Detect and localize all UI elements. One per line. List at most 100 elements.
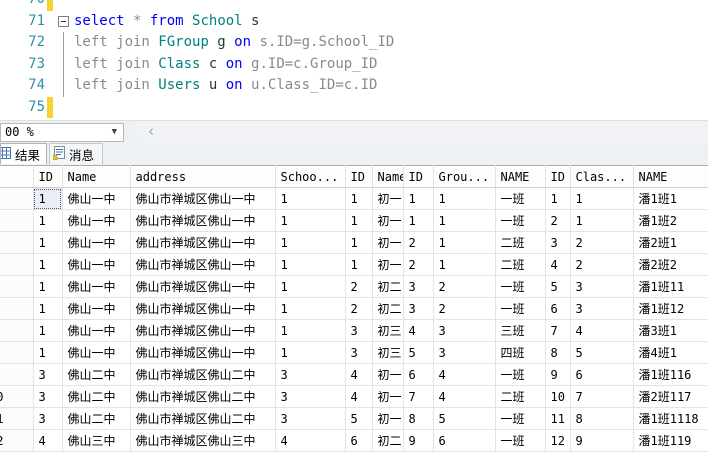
grid-cell[interactable]: 潘1班12 bbox=[633, 297, 708, 320]
grid-cell[interactable]: 7 bbox=[545, 319, 571, 342]
grid-cell[interactable]: 6 bbox=[570, 363, 634, 386]
grid-cell[interactable]: 1 bbox=[403, 209, 434, 232]
grid-cell[interactable]: 5 bbox=[345, 407, 373, 430]
row-header[interactable]: 11 bbox=[0, 407, 34, 430]
grid-cell[interactable]: 5 bbox=[570, 341, 634, 364]
grid-cell[interactable]: 初一 bbox=[372, 187, 404, 210]
grid-cell[interactable]: 4 bbox=[275, 429, 346, 452]
row-header[interactable]: 2 bbox=[0, 209, 34, 232]
grid-cell[interactable]: 3 bbox=[433, 319, 496, 342]
column-header[interactable]: Name bbox=[62, 165, 131, 188]
grid-cell[interactable]: 佛山市禅城区佛山二中 bbox=[130, 385, 276, 408]
grid-cell[interactable]: 潘4班1 bbox=[633, 341, 708, 364]
row-header[interactable]: 12 bbox=[0, 429, 34, 452]
grid-cell[interactable]: 3 bbox=[433, 341, 496, 364]
column-header[interactable]: Grou... bbox=[433, 165, 496, 188]
grid-cell[interactable]: 佛山市禅城区佛山一中 bbox=[130, 275, 276, 298]
row-header[interactable]: 6 bbox=[0, 297, 34, 320]
grid-cell[interactable]: 佛山一中 bbox=[62, 319, 131, 342]
grid-cell[interactable]: 1 bbox=[433, 209, 496, 232]
grid-cell[interactable]: 4 bbox=[345, 363, 373, 386]
grid-cell[interactable]: 一班 bbox=[495, 363, 546, 386]
code-line[interactable]: 71 select * from School s bbox=[0, 11, 708, 33]
grid-cell[interactable]: 2 bbox=[345, 297, 373, 320]
grid-cell[interactable]: 1 bbox=[33, 275, 63, 298]
grid-cell[interactable]: 潘2班2 bbox=[633, 253, 708, 276]
grid-cell[interactable]: 6 bbox=[545, 297, 571, 320]
column-header[interactable]: NAME bbox=[495, 165, 546, 188]
grid-cell[interactable]: 9 bbox=[545, 363, 571, 386]
grid-cell[interactable]: 1 bbox=[570, 187, 634, 210]
code-line[interactable]: 73 left join Class c on g.ID=c.Group_ID bbox=[0, 53, 708, 75]
grid-cell[interactable]: 3 bbox=[570, 297, 634, 320]
grid-cell[interactable]: 初一 bbox=[372, 231, 404, 254]
grid-cell[interactable]: 3 bbox=[345, 341, 373, 364]
fold-collapse-icon[interactable] bbox=[58, 15, 69, 27]
column-header[interactable]: address bbox=[130, 165, 276, 188]
grid-cell[interactable]: 初二 bbox=[372, 297, 404, 320]
grid-cell[interactable]: 一班 bbox=[495, 275, 546, 298]
grid-cell[interactable]: 一班 bbox=[495, 209, 546, 232]
zoom-level-dropdown[interactable]: 00 % ▼ bbox=[0, 123, 124, 142]
grid-cell[interactable]: 一班 bbox=[495, 187, 546, 210]
grid-cell[interactable]: 8 bbox=[403, 407, 434, 430]
row-header[interactable]: 10 bbox=[0, 385, 34, 408]
row-header[interactable]: 7 bbox=[0, 319, 34, 342]
grid-cell[interactable]: 1 bbox=[345, 187, 373, 210]
code-line[interactable]: 72 left join FGroup g on s.ID=g.School_ID bbox=[0, 32, 708, 54]
grid-cell[interactable]: 10 bbox=[545, 385, 571, 408]
grid-cell[interactable]: 佛山市禅城区佛山一中 bbox=[130, 231, 276, 254]
code-line[interactable]: 74 left join Users u on u.Class_ID=c.ID bbox=[0, 75, 708, 97]
column-header[interactable]: ID bbox=[545, 165, 571, 188]
grid-cell[interactable]: 1 bbox=[275, 275, 346, 298]
grid-cell[interactable]: 潘1班1 bbox=[633, 187, 708, 210]
row-header[interactable]: 1 bbox=[0, 187, 34, 210]
grid-cell[interactable]: 一班 bbox=[495, 297, 546, 320]
grid-cell[interactable]: 初一 bbox=[372, 385, 404, 408]
grid-cell[interactable]: 6 bbox=[433, 429, 496, 452]
grid-cell[interactable]: 2 bbox=[570, 231, 634, 254]
grid-cell[interactable]: 佛山一中 bbox=[62, 187, 131, 210]
grid-cell[interactable]: 佛山市禅城区佛山三中 bbox=[130, 429, 276, 452]
grid-cell[interactable]: 潘2班1 bbox=[633, 231, 708, 254]
grid-cell[interactable]: 潘1班116 bbox=[633, 363, 708, 386]
grid-cell[interactable]: 3 bbox=[545, 231, 571, 254]
grid-cell[interactable]: 4 bbox=[345, 385, 373, 408]
grid-cell[interactable]: 潘1班2 bbox=[633, 209, 708, 232]
grid-cell[interactable]: 1 bbox=[275, 253, 346, 276]
grid-cell[interactable]: 2 bbox=[433, 297, 496, 320]
grid-cell[interactable]: 二班 bbox=[495, 385, 546, 408]
grid-cell[interactable]: 3 bbox=[403, 297, 434, 320]
grid-cell[interactable]: 佛山一中 bbox=[62, 231, 131, 254]
grid-cell[interactable]: 初二 bbox=[372, 429, 404, 452]
grid-cell[interactable]: 初一 bbox=[372, 253, 404, 276]
grid-cell[interactable]: 二班 bbox=[495, 253, 546, 276]
row-header[interactable]: 4 bbox=[0, 253, 34, 276]
grid-cell[interactable]: 5 bbox=[403, 341, 434, 364]
grid-cell[interactable]: 佛山市禅城区佛山一中 bbox=[130, 341, 276, 364]
grid-cell[interactable]: 1 bbox=[33, 253, 63, 276]
grid-cell[interactable]: 潘1班119 bbox=[633, 429, 708, 452]
grid-cell[interactable]: 1 bbox=[545, 187, 571, 210]
grid-cell[interactable]: 潘1班1118 bbox=[633, 407, 708, 430]
grid-cell[interactable]: 1 bbox=[345, 231, 373, 254]
grid-cell[interactable]: 2 bbox=[570, 253, 634, 276]
grid-cell[interactable]: 3 bbox=[33, 363, 63, 386]
grid-cell[interactable]: 四班 bbox=[495, 341, 546, 364]
grid-cell[interactable]: 8 bbox=[545, 341, 571, 364]
grid-cell[interactable]: 初一 bbox=[372, 209, 404, 232]
grid-cell[interactable]: 4 bbox=[433, 363, 496, 386]
grid-cell[interactable]: 3 bbox=[275, 407, 346, 430]
code-line[interactable]: 75 bbox=[0, 96, 708, 118]
grid-cell[interactable]: 3 bbox=[275, 385, 346, 408]
grid-cell[interactable]: 3 bbox=[403, 275, 434, 298]
grid-cell[interactable]: 佛山二中 bbox=[62, 363, 131, 386]
column-header[interactable]: NAME bbox=[633, 165, 708, 188]
grid-cell[interactable]: 1 bbox=[33, 297, 63, 320]
column-header[interactable]: Name bbox=[372, 165, 404, 188]
grid-cell[interactable]: 1 bbox=[33, 209, 63, 232]
grid-cell[interactable]: 潘1班11 bbox=[633, 275, 708, 298]
column-header[interactable]: Schoo... bbox=[275, 165, 346, 188]
grid-cell[interactable]: 潘2班117 bbox=[633, 385, 708, 408]
grid-cell[interactable]: 8 bbox=[570, 407, 634, 430]
